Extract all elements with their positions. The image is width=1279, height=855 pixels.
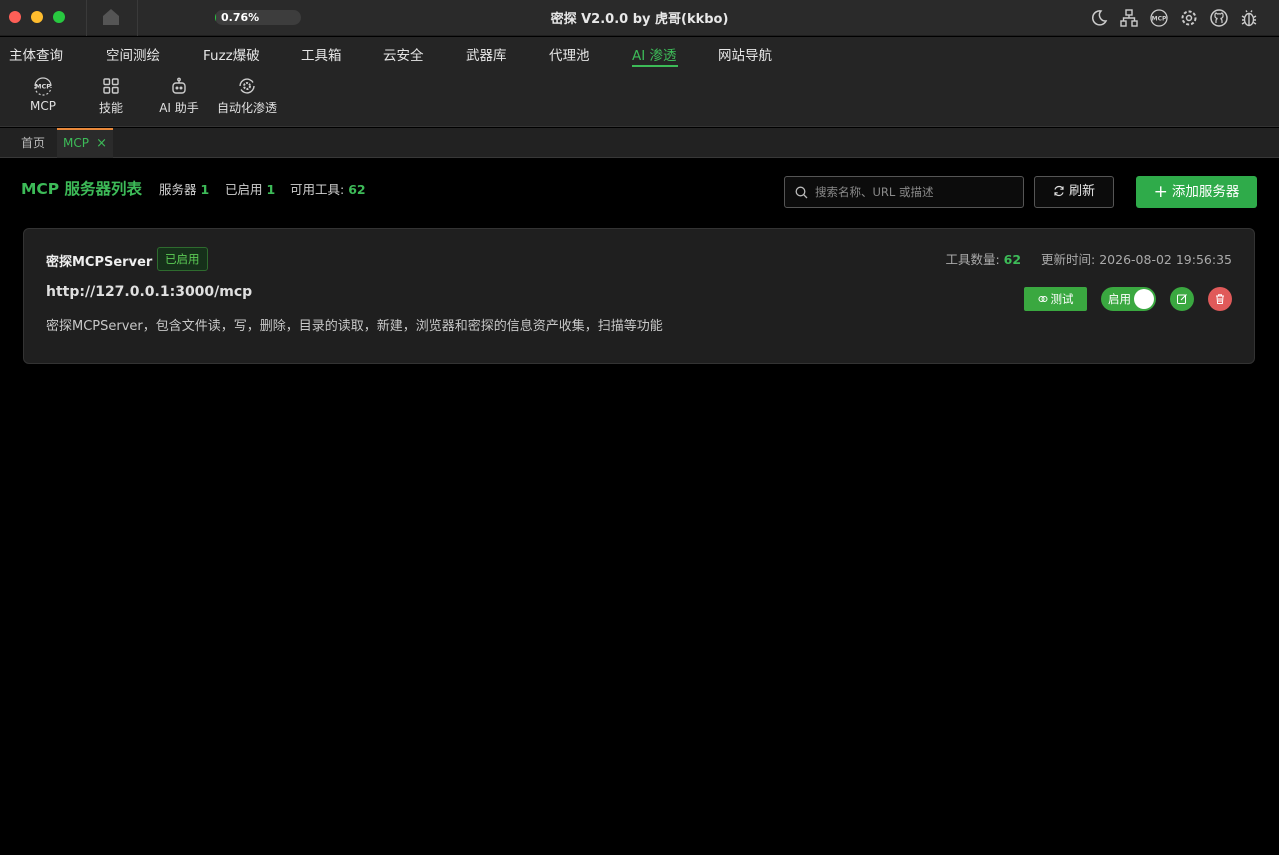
github-icon[interactable]: [1209, 8, 1229, 28]
subnav-label: AI 助手: [159, 101, 199, 115]
plus-icon: +: [1153, 182, 1168, 202]
close-tab-icon[interactable]: ×: [96, 130, 107, 157]
link-icon: [1038, 296, 1047, 302]
menu-item-site-nav[interactable]: 网站导航: [718, 44, 772, 64]
window-title: 密探 V2.0.0 by 虎哥(kkbo): [550, 12, 729, 27]
updated-value: 2026-08-02 19:56:35: [1099, 252, 1232, 267]
search-input[interactable]: [815, 177, 1015, 207]
menu-item-space-mapping[interactable]: 空间测绘: [106, 44, 160, 64]
tab-bar: 首页 MCP ×: [0, 128, 1279, 158]
main-menu: 主体查询 空间测绘 Fuzz爆破 工具箱 云安全 武器库 代理池 AI 渗透 网…: [0, 37, 1279, 127]
bug-icon[interactable]: [1239, 8, 1259, 28]
tab-mcp[interactable]: MCP ×: [57, 128, 113, 158]
toggle-label: 启用: [1108, 292, 1131, 306]
menu-item-fuzz[interactable]: Fuzz爆破: [203, 44, 260, 64]
page-title: MCP 服务器列表: [21, 180, 143, 198]
server-card: 密探MCPServer 已启用 http://127.0.0.1:3000/mc…: [23, 228, 1255, 364]
trash-icon: [1216, 294, 1224, 304]
status-badge: 已启用: [157, 247, 208, 271]
search-icon: [795, 186, 808, 199]
mcp-icon[interactable]: MCP: [1149, 8, 1169, 28]
enable-toggle[interactable]: 启用: [1101, 287, 1156, 311]
subnav-skills[interactable]: 技能: [76, 76, 146, 116]
svg-text:MCP: MCP: [1152, 16, 1167, 23]
menu-item-entity-query[interactable]: 主体查询: [9, 44, 63, 64]
delete-button[interactable]: [1208, 287, 1232, 311]
stat-value: 62: [348, 182, 366, 197]
subnav-mcp[interactable]: MCP MCP: [8, 76, 78, 113]
stat-servers: 服务器 1: [159, 179, 209, 198]
toggle-knob: [1134, 289, 1154, 309]
subnav-label: 技能: [98, 101, 123, 115]
moon-icon[interactable]: [1089, 8, 1109, 28]
server-description: 密探MCPServer，包含文件读，写，删除，目录的读取，新建，浏览器和密探的信…: [46, 319, 663, 334]
menu-item-arsenal[interactable]: 武器库: [466, 44, 507, 64]
server-meta: 工具数量: 62 更新时间: 2026-08-02 19:56:35: [945, 249, 1232, 268]
server-url: http://127.0.0.1:3000/mcp: [46, 284, 253, 300]
subnav-label: MCP: [30, 99, 56, 113]
tools-count-label: 工具数量:: [945, 252, 1000, 267]
add-server-label: 添加服务器: [1171, 184, 1240, 200]
tab-home[interactable]: 首页: [12, 128, 54, 158]
active-menu-indicator: [632, 65, 678, 67]
stat-label: 已启用: [225, 182, 263, 197]
mcp-icon: MCP: [34, 77, 52, 96]
refresh-icon: [1054, 185, 1064, 197]
auto-gear-icon: [239, 78, 255, 94]
stat-value: 1: [200, 182, 210, 197]
test-label: 测试: [1050, 292, 1074, 306]
menu-item-cloud-security[interactable]: 云安全: [383, 44, 424, 64]
network-icon[interactable]: [1119, 8, 1139, 28]
menu-item-proxy-pool[interactable]: 代理池: [549, 44, 590, 64]
subnav-ai-assistant[interactable]: AI 助手: [144, 76, 214, 116]
subnav-label: 自动化渗透: [216, 101, 277, 115]
add-server-button[interactable]: + 添加服务器: [1136, 176, 1257, 208]
settings-icon[interactable]: [1179, 8, 1199, 28]
edit-button[interactable]: [1170, 287, 1194, 311]
test-button[interactable]: 测试: [1024, 287, 1087, 311]
edit-icon: [1177, 294, 1187, 304]
menu-item-toolbox[interactable]: 工具箱: [301, 44, 342, 64]
menu-item-ai-pentest[interactable]: AI 渗透: [632, 44, 677, 64]
tab-label: MCP: [63, 136, 89, 150]
stat-tools: 可用工具: 62: [290, 179, 366, 198]
stat-value: 1: [266, 182, 276, 197]
updated-label: 更新时间:: [1041, 252, 1096, 267]
title-bar: 0.76% 密探 V2.0.0 by 虎哥(kkbo) MCP: [0, 0, 1279, 36]
grid-icon: [103, 78, 119, 94]
stat-label: 可用工具:: [290, 182, 345, 197]
refresh-label: 刷新: [1068, 184, 1095, 199]
search-box: [784, 176, 1024, 208]
stat-enabled: 已启用 1: [225, 179, 275, 198]
refresh-button[interactable]: 刷新: [1034, 176, 1114, 208]
subnav-auto-pentest[interactable]: 自动化渗透: [212, 76, 282, 116]
tools-count-value: 62: [1003, 252, 1022, 267]
stat-label: 服务器: [159, 182, 197, 197]
svg-text:MCP: MCP: [35, 83, 51, 91]
server-name: 密探MCPServer: [46, 255, 153, 270]
robot-icon: [172, 77, 186, 94]
